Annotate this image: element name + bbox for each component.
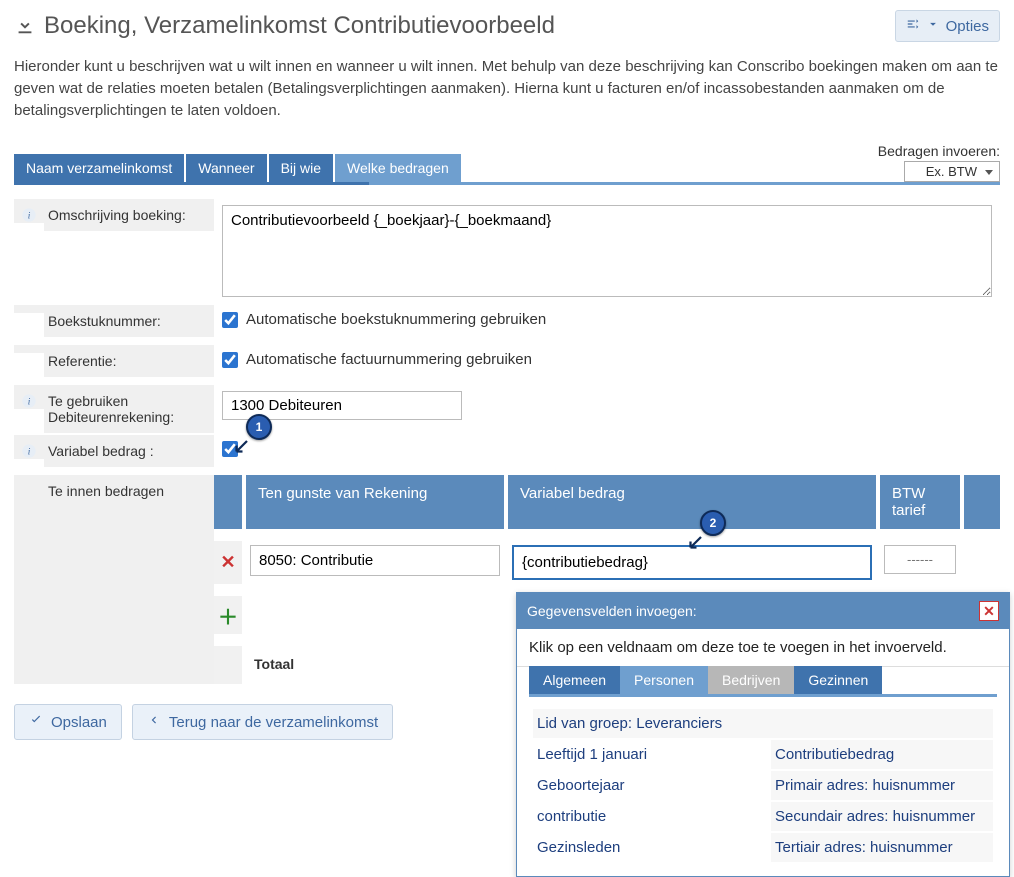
callout-2-arrow <box>686 534 704 552</box>
dropdown-fields: Lid van groep: Leveranciers Leeftijd 1 j… <box>517 707 1009 876</box>
tab-welkebedragen[interactable]: Welke bedragen <box>335 154 461 182</box>
intro-text: Hieronder kunt u beschrijven wat u wilt … <box>14 56 1000 121</box>
page-header: Boeking, Verzamelinkomst Contributievoor… <box>14 10 1000 42</box>
dd-field[interactable]: Lid van groep: Leveranciers <box>533 709 993 738</box>
totaal-label: Totaal <box>246 646 504 684</box>
options-label: Opties <box>946 18 989 35</box>
arrow-left-icon <box>147 713 161 731</box>
row-omschrijving: i Omschrijving boeking: <box>14 199 1000 305</box>
main-tabs: Naam verzamelinkomst Wanneer Bij wie Wel… <box>14 154 461 182</box>
tab-wanneer[interactable]: Wanneer <box>186 154 266 182</box>
btw-label: Bedragen invoeren: <box>878 143 1000 159</box>
tab-naam[interactable]: Naam verzamelinkomst <box>14 154 184 182</box>
dd-field[interactable]: Geboortejaar <box>533 771 755 800</box>
dd-field[interactable]: Leeftijd 1 januari <box>533 740 755 769</box>
header-left: Boeking, Verzamelinkomst Contributievoor… <box>14 12 555 40</box>
dropdown-close-button[interactable]: ✕ <box>979 601 999 621</box>
fields-dropdown-panel: Gegevensvelden invoegen: ✕ Klik op een v… <box>516 592 1010 877</box>
dd-tab-personen[interactable]: Personen <box>620 666 708 694</box>
row-boekstuk: Boekstuknummer: Automatische boekstuknum… <box>14 305 1000 345</box>
tabs-row: Naam verzamelinkomst Wanneer Bij wie Wel… <box>14 143 1000 182</box>
dd-field[interactable]: Contributiebedrag <box>771 740 993 769</box>
info-placeholder <box>14 475 44 684</box>
head-del <box>964 475 1000 529</box>
tab-bijwie[interactable]: Bij wie <box>269 154 333 182</box>
svg-text:i: i <box>28 448 31 458</box>
callout-1-arrow <box>232 438 250 456</box>
omschrijving-label: Omschrijving boeking: <box>44 199 214 231</box>
row-debiteuren: i Te gebruiken Debiteurenrekening: <box>14 385 1000 435</box>
innen-label: Te innen bedragen <box>44 475 214 684</box>
sliders-icon <box>906 17 920 35</box>
omschrijving-input[interactable] <box>222 205 992 297</box>
callout-1: 1 <box>246 414 272 440</box>
svg-text:i: i <box>28 212 31 222</box>
dd-field[interactable]: Gezinsleden <box>533 833 755 862</box>
svg-text:i: i <box>28 398 31 408</box>
info-placeholder <box>14 305 44 313</box>
referentie-label: Referentie: <box>44 345 214 377</box>
rekening-input[interactable] <box>250 545 500 576</box>
save-label: Opslaan <box>51 714 107 731</box>
row-variabel: i Variabel bedrag : <box>14 435 1000 475</box>
info-placeholder <box>14 345 44 353</box>
back-label: Terug naar de verzamelinkomst <box>169 714 378 731</box>
amounts-row: ✕ <box>214 541 1000 584</box>
variabel-label: Variabel bedrag : <box>44 435 214 467</box>
boekstuk-check-label: Automatische boekstuknummering gebruiken <box>246 311 546 328</box>
page-title: Boeking, Verzamelinkomst Contributievoor… <box>44 12 555 40</box>
dd-field[interactable]: Primair adres: huisnummer <box>771 771 993 800</box>
dropdown-title: Gegevensvelden invoegen: <box>527 603 697 619</box>
dd-tab-bedrijven[interactable]: Bedrijven <box>708 666 794 694</box>
info-icon[interactable]: i <box>14 199 44 223</box>
btw-input[interactable] <box>884 545 956 574</box>
info-icon[interactable]: i <box>14 435 44 459</box>
head-btw: BTW tarief <box>880 475 960 529</box>
save-button[interactable]: Opslaan <box>14 704 122 740</box>
amounts-header: Ten gunste van Rekening Variabel bedrag … <box>214 475 1000 529</box>
row-referentie: Referentie: Automatische factuurnummerin… <box>14 345 1000 385</box>
dd-tab-gezinnen[interactable]: Gezinnen <box>794 666 882 694</box>
options-button[interactable]: Opties <box>895 10 1000 42</box>
info-icon[interactable]: i <box>14 385 44 409</box>
chevron-down-icon <box>926 17 940 35</box>
referentie-checkbox[interactable] <box>222 352 238 368</box>
btw-select-group: Bedragen invoeren: Ex. BTW <box>878 143 1000 182</box>
download-icon <box>14 14 36 39</box>
remove-row-button[interactable]: ✕ <box>214 541 242 584</box>
boekstuk-label: Boekstuknummer: <box>44 305 214 337</box>
dd-field[interactable]: contributie <box>533 802 755 831</box>
referentie-check-label: Automatische factuurnummering gebruiken <box>246 351 532 368</box>
dd-field[interactable]: Tertiair adres: huisnummer <box>771 833 993 862</box>
btw-select[interactable]: Ex. BTW <box>904 161 1000 182</box>
dropdown-hint: Klik op een veldnaam om deze toe te voeg… <box>517 629 1009 667</box>
dd-tab-algemeen[interactable]: Algemeen <box>529 666 620 694</box>
dd-field[interactable]: Secundair adres: huisnummer <box>771 802 993 831</box>
head-btncol <box>214 475 242 529</box>
debiteuren-label: Te gebruiken Debiteurenrekening: <box>44 385 214 433</box>
head-rekening: Ten gunste van Rekening <box>246 475 504 529</box>
add-row-button[interactable]: ＋ <box>214 596 242 634</box>
dropdown-tabs: Algemeen Personen Bedrijven Gezinnen <box>517 666 1009 694</box>
check-icon <box>29 713 43 731</box>
dropdown-header: Gegevensvelden invoegen: ✕ <box>517 593 1009 629</box>
dropdown-tabs-underline <box>529 694 997 697</box>
boekstuk-checkbox[interactable] <box>222 312 238 328</box>
back-button[interactable]: Terug naar de verzamelinkomst <box>132 704 393 740</box>
head-variabel: Variabel bedrag <box>508 475 876 529</box>
callout-2: 2 <box>700 510 726 536</box>
tabs-underline <box>14 182 1000 185</box>
